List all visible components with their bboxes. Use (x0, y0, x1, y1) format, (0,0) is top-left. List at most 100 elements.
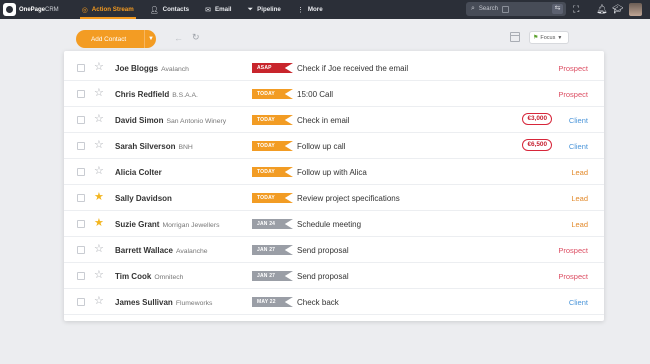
add-contact-label: Add Contact (91, 35, 127, 43)
row-checkbox[interactable] (77, 142, 85, 150)
star-icon[interactable]: ☆ (94, 139, 104, 151)
star-icon[interactable]: ☆ (94, 269, 104, 281)
star-icon[interactable]: ☆ (94, 295, 104, 307)
company-name: San Antonio Winery (166, 118, 227, 125)
next-action-text[interactable]: Check in email (297, 116, 349, 126)
list-item[interactable]: ☆ Tim Cook Omnitech JAN 27 Send proposal … (64, 263, 604, 289)
arrow-left-icon[interactable]: ← (174, 33, 183, 43)
logo[interactable]: OnePageCRM (3, 3, 59, 16)
contact-name[interactable]: Chris Redfield B.S.A.A. (115, 90, 198, 101)
status-label: Lead (571, 220, 588, 229)
next-action-text[interactable]: Follow up call (297, 142, 345, 152)
deal-amount-badge: €3,000 (522, 113, 552, 125)
row-checkbox[interactable] (77, 64, 85, 72)
contact-name[interactable]: David Simon San Antonio Winery (115, 116, 226, 127)
list-item[interactable]: ☆ David Simon San Antonio Winery TODAY Ch… (64, 107, 604, 133)
status-label: Client (568, 116, 588, 125)
list-item[interactable]: ☆ Sarah Silverson BNH TODAY Follow up cal… (64, 133, 604, 159)
next-action-text[interactable]: Follow up with Alica (297, 168, 367, 178)
row-checkbox[interactable] (77, 272, 85, 280)
due-date-tag: ASAP (252, 63, 293, 73)
search-placeholder: Search (478, 6, 498, 12)
nav-item-label: Pipeline (257, 6, 281, 13)
row-checkbox[interactable] (77, 116, 85, 124)
logo-icon (3, 3, 16, 16)
contact-name[interactable]: Tim Cook Omnitech (115, 272, 183, 283)
company-name: B.S.A.A. (172, 92, 198, 99)
avatar[interactable] (629, 3, 642, 16)
fullscreen-icon[interactable]: ⛶ (573, 4, 579, 15)
status-label: Prospect (558, 64, 588, 73)
due-date-tag: TODAY (252, 167, 293, 177)
list-item[interactable]: ★ Sally Davidson TODAY Review project sp… (64, 185, 604, 211)
chevron-down-icon[interactable]: ▼ (148, 36, 154, 42)
add-contact-button[interactable]: Add Contact ▼ (76, 30, 156, 48)
action-stream-list: ☆ Joe Bloggs Avalanch ASAP Check if Joe r… (64, 51, 604, 321)
row-checkbox[interactable] (77, 220, 85, 228)
status-label: Prospect (558, 272, 588, 281)
row-checkbox[interactable] (77, 168, 85, 176)
star-icon[interactable]: ★ (94, 217, 104, 229)
contact-name[interactable]: Suzie Grant Morrigan Jewellers (115, 220, 220, 231)
contact-name[interactable]: Sally Davidson (115, 194, 175, 205)
calendar-icon[interactable] (510, 32, 520, 42)
contact-name[interactable]: James Sullivan Flumeworks (115, 298, 212, 309)
target-icon: ◎ (81, 6, 88, 14)
due-date-tag: MAY 22 (252, 297, 293, 307)
button-divider (144, 30, 145, 48)
status-label: Client (568, 298, 588, 307)
funnel-icon: ⏷ (247, 5, 254, 13)
nav-item-more[interactable]: ⋮ More (289, 0, 331, 19)
list-item[interactable]: ☆ Barrett Wallace Avalanche JAN 27 Send p… (64, 237, 604, 263)
due-date-tag: TODAY (252, 89, 293, 99)
row-checkbox[interactable] (77, 246, 85, 254)
search-filter-icon[interactable]: ⇆ (552, 4, 563, 14)
company-name: Morrigan Jewellers (162, 222, 220, 229)
next-action-text[interactable]: Review project specifications (297, 194, 400, 204)
chevron-down-icon: ▼ (557, 34, 563, 41)
row-checkbox[interactable] (77, 90, 85, 98)
company-name: Flumeworks (175, 300, 213, 307)
nav-item-contacts[interactable]: 👤︎ Contacts (142, 0, 197, 19)
due-date-tag: JAN 27 (252, 245, 293, 255)
nav-item-label: More (307, 6, 323, 13)
star-icon[interactable]: ☆ (94, 243, 104, 255)
list-item[interactable]: ★ Suzie Grant Morrigan Jewellers JAN 24 S… (64, 211, 604, 237)
contact-name[interactable]: Alicia Colter (115, 168, 165, 179)
contact-name[interactable]: Joe Bloggs Avalanch (115, 64, 189, 75)
contact-name[interactable]: Barrett Wallace Avalanche (115, 246, 208, 257)
list-item[interactable]: ☆ Alicia Colter TODAY Follow up with Ali… (64, 159, 604, 185)
nav-item-email[interactable]: ✉ Email (197, 0, 239, 19)
star-icon[interactable]: ☆ (94, 113, 104, 125)
star-icon[interactable]: ☆ (94, 61, 104, 73)
search-input[interactable]: ⌕ Search ⇆ (466, 2, 566, 16)
focus-filter-button[interactable]: ⚑ Focus ▼ (529, 31, 569, 44)
next-action-text[interactable]: Send proposal (297, 272, 349, 282)
due-date-tag: TODAY (252, 115, 293, 125)
row-checkbox[interactable] (77, 298, 85, 306)
due-date-tag: TODAY (252, 193, 293, 203)
next-action-text[interactable]: Check back (297, 298, 339, 308)
nav-item-pipeline[interactable]: ⏷ Pipeline (240, 0, 289, 19)
next-action-text[interactable]: Send proposal (297, 246, 349, 256)
next-action-text[interactable]: 15:00 Call (297, 90, 333, 100)
nav-item-label: Email (215, 6, 232, 13)
list-item[interactable]: ☆ Joe Bloggs Avalanch ASAP Check if Joe r… (64, 55, 604, 81)
contact-name[interactable]: Sarah Silverson BNH (115, 142, 193, 153)
row-checkbox[interactable] (77, 194, 85, 202)
next-action-text[interactable]: Check if Joe received the email (297, 64, 408, 74)
list-item[interactable]: ☆ James Sullivan Flumeworks MAY 22 Check … (64, 289, 604, 315)
status-label: Lead (571, 168, 588, 177)
nav-item-action-stream[interactable]: ◎ Action Stream (74, 0, 142, 19)
star-icon[interactable]: ☆ (94, 87, 104, 99)
refresh-icon[interactable]: ↻ (192, 32, 200, 43)
more-dots-icon: ⋮ (296, 6, 304, 14)
graduation-cap-icon[interactable]: 🎓︎ (612, 4, 623, 15)
next-action-text[interactable]: Schedule meeting (297, 220, 361, 230)
star-icon[interactable]: ☆ (94, 165, 104, 177)
person-icon: 👤︎ (149, 6, 159, 14)
bell-icon[interactable]: 🔔︎ (596, 4, 607, 15)
top-navigation-bar: OnePageCRM ◎ Action Stream 👤︎ Contacts ✉… (0, 0, 650, 19)
list-item[interactable]: ☆ Chris Redfield B.S.A.A. TODAY 15:00 Cal… (64, 81, 604, 107)
star-icon[interactable]: ★ (94, 191, 104, 203)
